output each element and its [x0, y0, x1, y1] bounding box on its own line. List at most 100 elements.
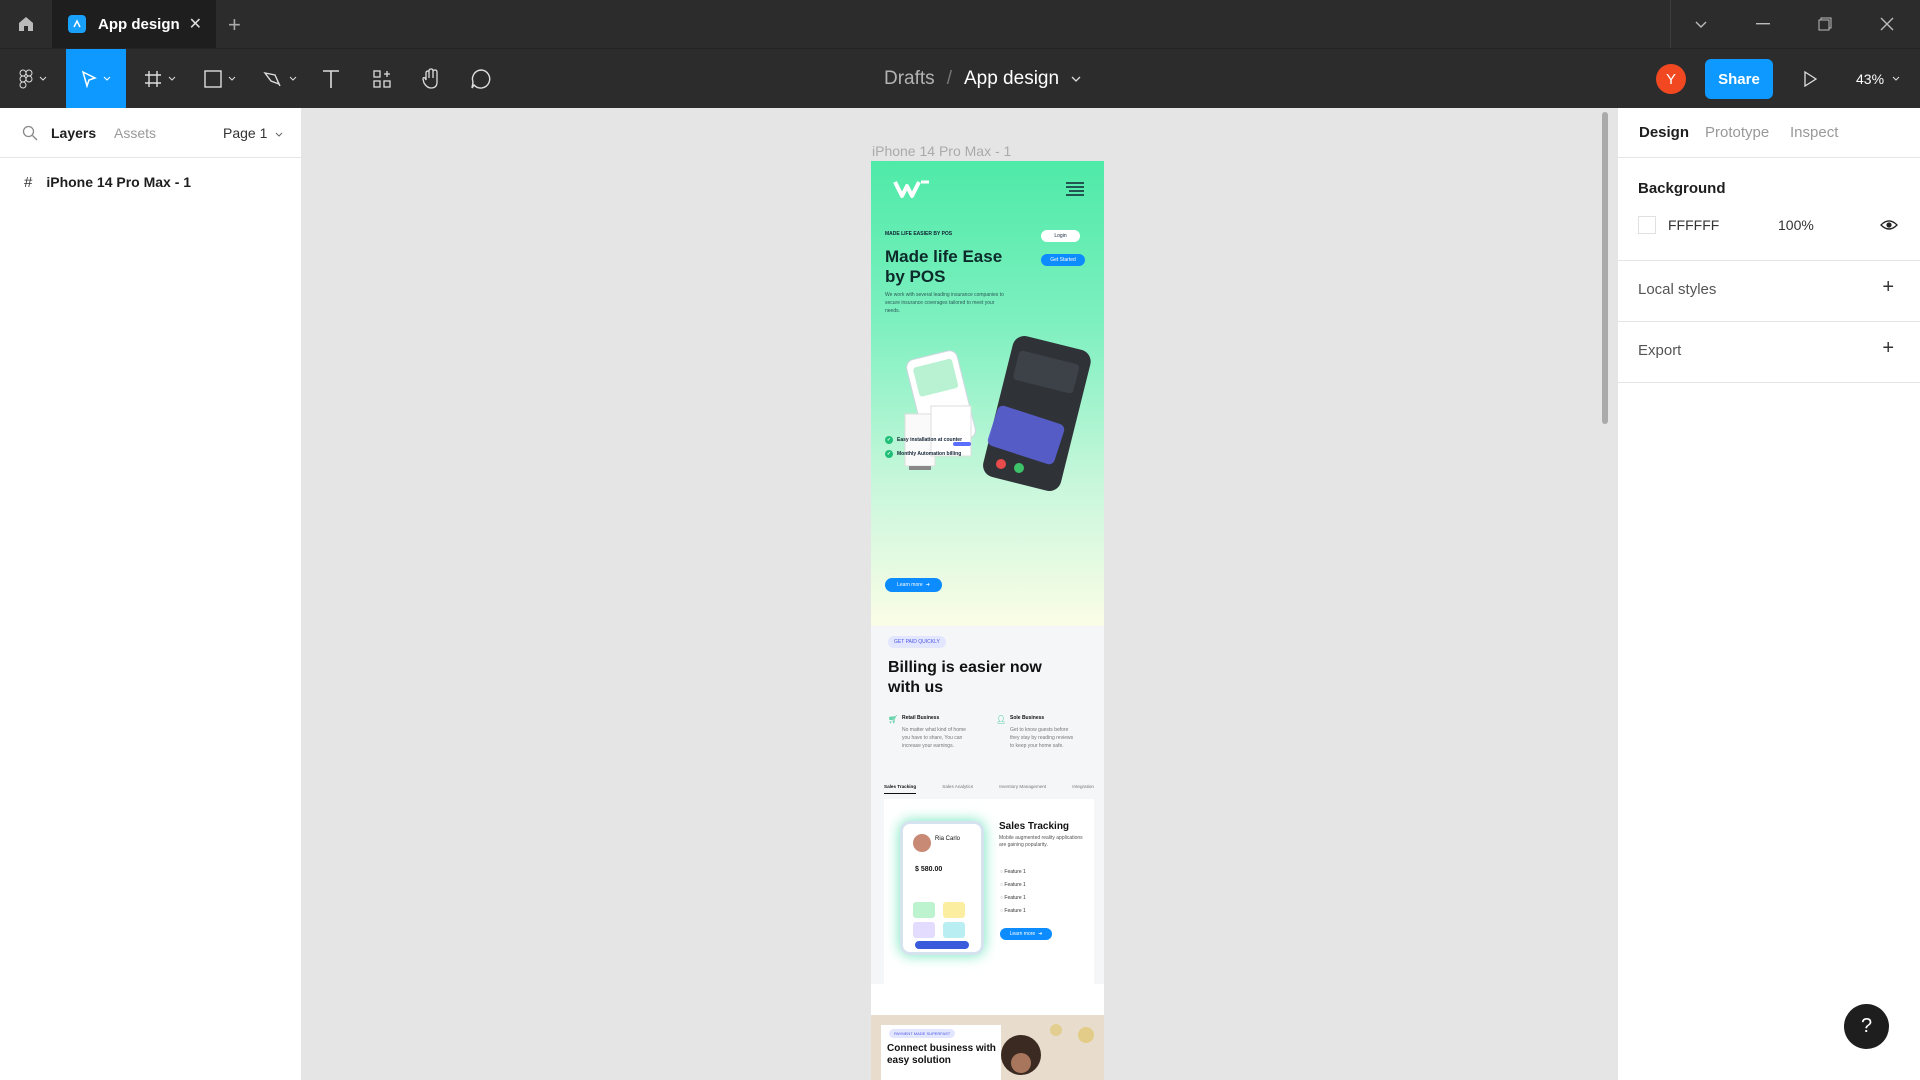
minimize-icon[interactable] — [1732, 0, 1794, 48]
share-button[interactable]: Share — [1705, 59, 1773, 99]
tab-inventory-management[interactable]: Inventory Management — [999, 784, 1046, 794]
export-title: Export — [1638, 342, 1682, 359]
login-button[interactable]: Login — [1041, 230, 1080, 242]
local-styles-title: Local styles — [1638, 281, 1717, 298]
tab-sales-tracking[interactable]: Sales Tracking — [884, 784, 917, 794]
arrow-right-icon: ➜ — [925, 582, 930, 588]
resources-tool[interactable] — [364, 49, 400, 109]
pen-tool[interactable] — [256, 49, 304, 109]
text-tool[interactable] — [314, 49, 348, 109]
avatar[interactable]: Y — [1656, 64, 1686, 94]
hamburger-menu-icon[interactable] — [1065, 182, 1085, 196]
tab-design[interactable]: Design — [1639, 124, 1689, 141]
arrow-right-icon: ➜ — [1038, 931, 1043, 937]
home-icon[interactable] — [0, 0, 52, 48]
rectangle-icon — [204, 70, 222, 88]
canvas-scrollbar[interactable] — [1602, 112, 1608, 424]
avatar — [913, 834, 931, 852]
local-styles-section: Local styles + — [1618, 261, 1920, 322]
help-button[interactable]: ? — [1844, 1004, 1889, 1049]
feature-title: Sole Business — [1010, 715, 1045, 721]
move-tool[interactable] — [66, 49, 126, 109]
hero-section: MADE LIFE EASIER BY POS Made life Ease b… — [871, 161, 1104, 626]
pen-icon — [263, 71, 281, 87]
tab-inspect[interactable]: Inspect — [1790, 124, 1838, 141]
left-panel-tabs: Layers Assets Page 1 — [0, 108, 301, 158]
stat-tile — [943, 902, 965, 918]
tab-sales-analytics[interactable]: Sales Analytics — [942, 784, 973, 794]
play-icon — [1804, 71, 1817, 87]
chevron-down-icon[interactable] — [1071, 76, 1081, 82]
bg-hex-input[interactable]: FFFFFF — [1668, 217, 1719, 233]
check-icon: ✓ — [885, 450, 893, 458]
export-section: Export + — [1618, 322, 1920, 383]
check-item-label: Monthly Automation billing — [897, 451, 962, 457]
tab-assets[interactable]: Assets — [114, 125, 156, 141]
eye-icon[interactable] — [1880, 219, 1898, 231]
user-icon: 👤︎ — [996, 715, 1007, 724]
color-swatch[interactable] — [1638, 216, 1656, 234]
check-item: ✓ Easy installation at counter — [885, 436, 962, 444]
feature-list-item: Feature 1 — [1000, 869, 1025, 875]
section-pill: PAYMENT MADE SUPERFAST — [889, 1029, 956, 1038]
tab-layers[interactable]: Layers — [51, 125, 96, 141]
restore-icon[interactable] — [1794, 0, 1856, 48]
add-export-icon[interactable]: + — [1882, 337, 1894, 360]
chevron-down-icon — [1892, 76, 1900, 81]
right-panel-tabs: Design Prototype Inspect — [1618, 108, 1920, 158]
get-started-button[interactable]: Get Started — [1041, 254, 1085, 266]
tab-prototype[interactable]: Prototype — [1705, 124, 1769, 141]
card-learn-more-button[interactable]: Learn more ➜ — [1000, 928, 1052, 940]
main-menu-button[interactable] — [10, 49, 56, 109]
hero-headline: Made life Ease by POS — [885, 247, 1003, 286]
learn-more-label: Learn more — [897, 582, 923, 588]
page-selector[interactable]: Page 1 — [223, 125, 283, 141]
hand-icon — [422, 68, 438, 89]
new-tab-button[interactable]: + — [228, 12, 241, 38]
feature-retail: 🛒︎ Retail Business No matter what kind o… — [888, 715, 968, 750]
layer-name: iPhone 14 Pro Max - 1 — [46, 174, 192, 190]
file-tab-title: App design — [98, 15, 180, 33]
close-tab-icon[interactable]: ✕ — [189, 14, 202, 34]
background-section: Background FFFFFF 100% — [1618, 158, 1920, 261]
present-button[interactable] — [1793, 49, 1827, 109]
feature-title: Retail Business — [902, 715, 940, 721]
sales-tracking-card: Ria Carlo $ 580.00 Sales Tracking Mobile… — [884, 799, 1094, 984]
add-style-icon[interactable]: + — [1882, 276, 1894, 299]
window-close-icon[interactable] — [1856, 0, 1918, 48]
check-item-label: Easy installation at counter — [897, 437, 963, 443]
file-tab[interactable]: App design ✕ — [52, 0, 216, 48]
cursor-icon — [81, 70, 97, 88]
billing-heading: Billing is easier now with us — [888, 659, 1042, 696]
breadcrumb-drafts[interactable]: Drafts — [884, 68, 935, 90]
hero-description: We work with several leading insurance c… — [885, 292, 1004, 314]
stat-tile — [913, 922, 935, 938]
chevron-down-icon[interactable] — [1670, 0, 1732, 48]
figma-file-icon — [68, 15, 86, 33]
phone-amount: $ 580.00 — [915, 866, 943, 873]
frame-tool[interactable] — [136, 49, 184, 109]
check-item: ✓ Monthly Automation billing — [885, 450, 961, 458]
hand-tool[interactable] — [414, 49, 448, 109]
comment-tool[interactable] — [464, 49, 498, 109]
layer-row[interactable]: # iPhone 14 Pro Max - 1 — [0, 168, 301, 196]
bg-opacity-input[interactable]: 100% — [1778, 217, 1814, 233]
hero-kicker: MADE LIFE EASIER BY POS — [885, 231, 953, 237]
feature-desc: Get to know guests before they stay by r… — [1010, 727, 1074, 749]
phone-mockup: Ria Carlo $ 580.00 — [900, 821, 984, 955]
breadcrumb-separator: / — [946, 68, 952, 89]
pos-terminal-illustration — [904, 336, 1091, 491]
card-subtitle: Mobile augmented reality applications ar… — [999, 835, 1083, 848]
breadcrumb-file-name[interactable]: App design — [964, 68, 1059, 90]
learn-more-button[interactable]: Learn more ➜ — [885, 578, 942, 592]
frame-label[interactable]: iPhone 14 Pro Max - 1 — [872, 143, 1011, 159]
zoom-menu[interactable]: 43% — [1856, 49, 1900, 109]
shape-tool[interactable] — [196, 49, 244, 109]
connect-textbox: PAYMENT MADE SUPERFAST Connect business … — [881, 1025, 1001, 1080]
tab-integration[interactable]: Integration — [1072, 784, 1094, 794]
card-title: Sales Tracking — [999, 821, 1070, 832]
feature-list-item: Feature 1 — [1000, 895, 1025, 901]
iphone-frame[interactable]: MADE LIFE EASIER BY POS Made life Ease b… — [871, 161, 1104, 1080]
search-icon[interactable] — [22, 125, 38, 141]
layers-panel: Layers Assets Page 1 # iPhone 14 Pro Max… — [0, 108, 302, 1080]
